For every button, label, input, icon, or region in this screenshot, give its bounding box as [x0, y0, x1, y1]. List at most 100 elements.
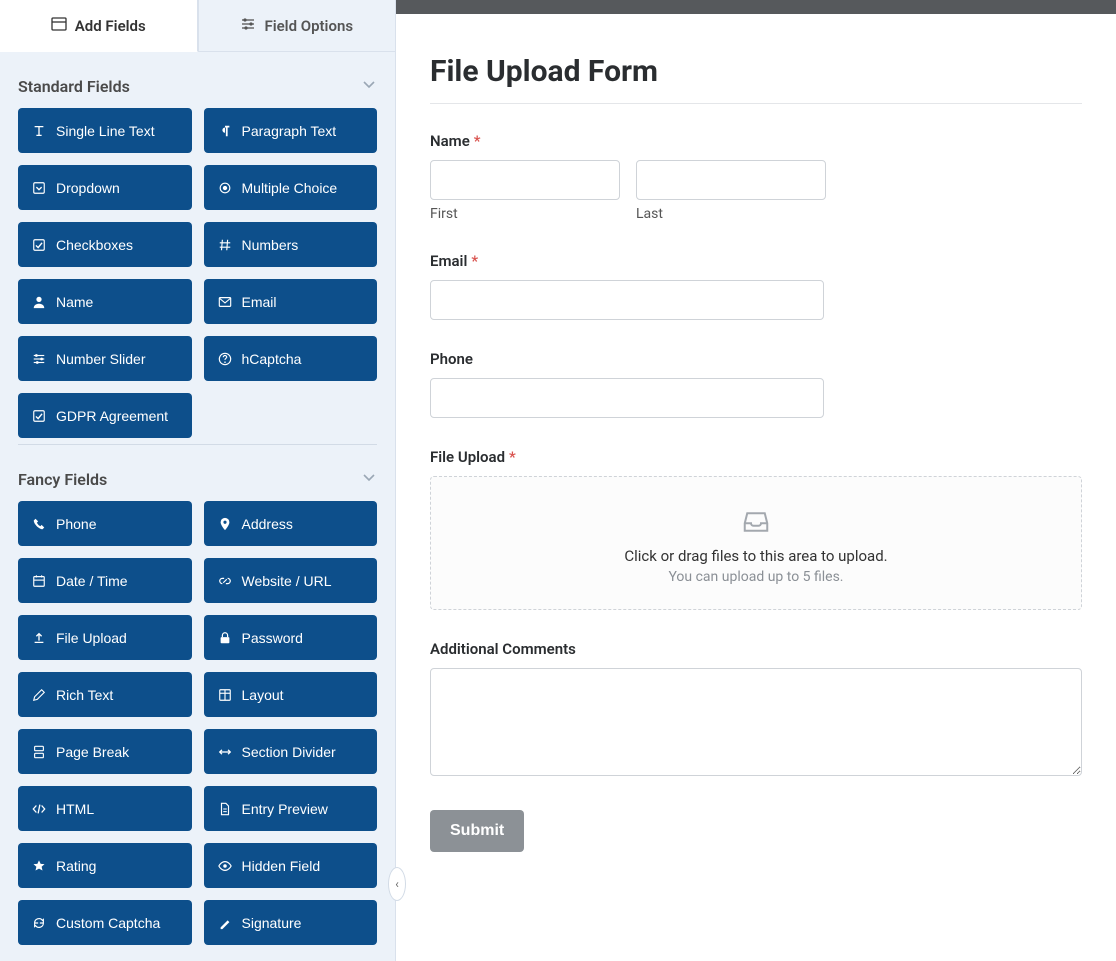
file-upload-dropzone[interactable]: Click or drag files to this area to uplo…	[430, 476, 1082, 610]
field-button-address[interactable]: Address	[204, 501, 378, 546]
section-standard-title: Standard Fields	[18, 77, 130, 96]
field-button-label: File Upload	[56, 630, 127, 646]
field-button-layout[interactable]: Layout	[204, 672, 378, 717]
field-button-html[interactable]: HTML	[18, 786, 192, 831]
last-name-sublabel: Last	[636, 206, 826, 222]
field-button-custom-captcha[interactable]: Custom Captcha	[18, 900, 192, 945]
field-button-rich-text[interactable]: Rich Text	[18, 672, 192, 717]
field-button-label: Website / URL	[242, 573, 332, 589]
fancy-fields-grid: Phone Address Date / Time Website / URL File…	[18, 501, 377, 945]
field-comments: Additional Comments	[430, 640, 1082, 780]
field-button-label: Section Divider	[242, 744, 336, 760]
submit-button[interactable]: Submit	[430, 810, 524, 852]
field-button-email[interactable]: Email	[204, 279, 378, 324]
field-button-website-url[interactable]: Website / URL	[204, 558, 378, 603]
field-button-rating[interactable]: Rating	[18, 843, 192, 888]
form-title-divider	[430, 103, 1082, 104]
field-name: Name* First Last	[430, 132, 1082, 222]
field-button-label: Name	[56, 294, 93, 310]
field-button-password[interactable]: Password	[204, 615, 378, 660]
field-button-label: Rating	[56, 858, 96, 874]
email-input[interactable]	[430, 280, 824, 320]
last-name-input[interactable]	[636, 160, 826, 200]
tab-add-fields[interactable]: Add Fields	[0, 0, 198, 52]
tab-add-fields-label: Add Fields	[75, 17, 146, 35]
field-button-section-divider[interactable]: Section Divider	[204, 729, 378, 774]
tab-field-options[interactable]: Field Options	[198, 0, 396, 52]
field-button-file-upload[interactable]: File Upload	[18, 615, 192, 660]
phone-label: Phone	[430, 350, 1082, 368]
field-button-label: Number Slider	[56, 351, 145, 367]
link-icon	[218, 574, 232, 588]
first-name-input[interactable]	[430, 160, 620, 200]
field-file-upload: File Upload* Click or drag files to this…	[430, 448, 1082, 610]
form-title: File Upload Form	[430, 54, 1082, 89]
required-asterisk: *	[474, 132, 481, 150]
email-label-text: Email	[430, 252, 467, 270]
phone-icon	[32, 517, 46, 531]
edit-icon	[32, 688, 46, 702]
field-button-single-line-text[interactable]: Single Line Text	[18, 108, 192, 153]
field-button-label: HTML	[56, 801, 94, 817]
field-button-signature[interactable]: Signature	[204, 900, 378, 945]
field-button-label: Entry Preview	[242, 801, 328, 817]
name-label: Name*	[430, 132, 1082, 150]
calendar-icon	[32, 574, 46, 588]
field-email: Email*	[430, 252, 1082, 320]
question-icon	[218, 352, 232, 366]
form-area: File Upload Form Name* First Last	[396, 14, 1116, 961]
sidebar-tabs: Add Fields Field Options	[0, 0, 395, 52]
eye-icon	[218, 859, 232, 873]
section-standard-fields[interactable]: Standard Fields	[18, 52, 377, 108]
sidebar-wrap: Add Fields Field Options Standard Fields…	[0, 0, 396, 961]
map-pin-icon	[218, 517, 232, 531]
field-button-page-break[interactable]: Page Break	[18, 729, 192, 774]
layout-icon	[218, 688, 232, 702]
collapse-sidebar-button[interactable]: ‹	[388, 867, 406, 901]
field-button-label: Phone	[56, 516, 96, 532]
email-label: Email*	[430, 252, 1082, 270]
field-button-multiple-choice[interactable]: Multiple Choice	[204, 165, 378, 210]
required-asterisk: *	[509, 448, 516, 466]
field-button-number-slider[interactable]: Number Slider	[18, 336, 192, 381]
paragraph-icon	[218, 124, 232, 138]
comments-textarea[interactable]	[430, 668, 1082, 776]
field-button-label: Rich Text	[56, 687, 113, 703]
field-button-label: Checkboxes	[56, 237, 133, 253]
name-row: First Last	[430, 160, 1082, 222]
refresh-icon	[32, 916, 46, 930]
field-button-name[interactable]: Name	[18, 279, 192, 324]
name-first-col: First	[430, 160, 620, 222]
upload-icon	[32, 631, 46, 645]
section-fancy-fields[interactable]: Fancy Fields	[18, 445, 377, 501]
field-button-gdpr-agreement[interactable]: GDPR Agreement	[18, 393, 192, 438]
panel-icon	[51, 16, 67, 36]
field-button-label: Date / Time	[56, 573, 128, 589]
field-button-label: Single Line Text	[56, 123, 155, 139]
phone-input[interactable]	[430, 378, 824, 418]
field-button-label: Address	[242, 516, 293, 532]
field-button-label: hCaptcha	[242, 351, 302, 367]
field-button-label: GDPR Agreement	[56, 408, 168, 424]
field-button-hcaptcha[interactable]: hCaptcha	[204, 336, 378, 381]
field-button-checkboxes[interactable]: Checkboxes	[18, 222, 192, 267]
field-button-label: Multiple Choice	[242, 180, 338, 196]
comments-label: Additional Comments	[430, 640, 1082, 658]
field-button-label: Password	[242, 630, 303, 646]
field-button-numbers[interactable]: Numbers	[204, 222, 378, 267]
field-button-date-time[interactable]: Date / Time	[18, 558, 192, 603]
field-button-phone[interactable]: Phone	[18, 501, 192, 546]
field-button-paragraph-text[interactable]: Paragraph Text	[204, 108, 378, 153]
name-last-col: Last	[636, 160, 826, 222]
field-button-dropdown[interactable]: Dropdown	[18, 165, 192, 210]
field-button-entry-preview[interactable]: Entry Preview	[204, 786, 378, 831]
lock-icon	[218, 631, 232, 645]
sliders-icon	[240, 16, 256, 36]
required-asterisk: *	[471, 252, 478, 270]
field-button-hidden-field[interactable]: Hidden Field	[204, 843, 378, 888]
field-button-label: Custom Captcha	[56, 915, 160, 931]
arrows-h-icon	[218, 745, 232, 759]
field-button-label: Dropdown	[56, 180, 120, 196]
field-button-label: Hidden Field	[242, 858, 321, 874]
upload-sub-message: You can upload up to 5 files.	[451, 569, 1061, 585]
